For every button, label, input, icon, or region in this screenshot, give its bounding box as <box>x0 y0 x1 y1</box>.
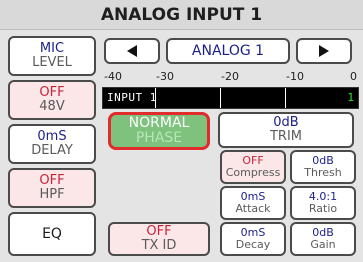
attack-button[interactable]: 0mS Attack <box>220 186 286 220</box>
level-meter: INPUT 1 1 <box>102 87 359 109</box>
gain-button[interactable]: 0dB Gain <box>290 222 356 256</box>
tx-id-value: OFF <box>146 224 172 240</box>
phantom-48v-label: 48V <box>39 99 65 114</box>
tx-id-label: TX ID <box>141 238 177 253</box>
phantom-48v-value: OFF <box>39 85 65 101</box>
channel-name-display[interactable]: ANALOG 1 <box>166 38 290 64</box>
scale-label: 0 <box>350 70 357 83</box>
phase-value: NORMAL <box>128 115 190 132</box>
prev-channel-button[interactable] <box>104 38 160 64</box>
meter-scale: -40 -30 -20 -10 0 <box>104 70 359 84</box>
mic-level-button[interactable]: MIC LEVEL <box>8 36 96 76</box>
thresh-button[interactable]: 0dB Thresh <box>290 150 356 184</box>
hpf-label: HPF <box>39 187 65 202</box>
gain-label: Gain <box>310 238 336 251</box>
triangle-right-icon <box>319 45 329 57</box>
analog-input-panel: ANALOG INPUT 1 MIC LEVEL OFF 48V 0mS DEL… <box>0 0 363 262</box>
delay-value: 0mS <box>37 129 67 145</box>
meter-channel-label: INPUT 1 <box>107 91 157 104</box>
attack-label: Attack <box>235 202 271 215</box>
meter-channel-number: 1 <box>347 91 354 104</box>
phantom-48v-button[interactable]: OFF 48V <box>8 80 96 120</box>
trim-button[interactable]: 0dB TRIM <box>218 112 354 148</box>
triangle-left-icon <box>127 45 137 57</box>
scale-label: -20 <box>221 70 239 83</box>
mic-level-value: MIC <box>39 41 65 57</box>
delay-button[interactable]: 0mS DELAY <box>8 124 96 164</box>
ratio-label: Ratio <box>308 202 338 215</box>
hpf-value: OFF <box>39 173 65 189</box>
decay-button[interactable]: 0mS Decay <box>220 222 286 256</box>
meter-tick <box>285 88 286 108</box>
next-channel-button[interactable] <box>296 38 352 64</box>
trim-label: TRIM <box>269 129 303 144</box>
eq-button[interactable]: EQ <box>8 212 96 256</box>
phase-button[interactable]: NORMAL PHASE <box>108 112 210 150</box>
delay-label: DELAY <box>31 143 73 158</box>
scale-label: -30 <box>156 70 174 83</box>
page-title: ANALOG INPUT 1 <box>0 0 363 30</box>
mic-level-label: LEVEL <box>32 55 72 70</box>
compress-button[interactable]: OFF Compress <box>220 150 286 184</box>
eq-label: EQ <box>42 225 62 242</box>
scale-label: -10 <box>286 70 304 83</box>
hpf-button[interactable]: OFF HPF <box>8 168 96 208</box>
scale-label: -40 <box>104 70 122 83</box>
trim-value: 0dB <box>273 115 299 131</box>
compress-label: Compress <box>225 166 281 179</box>
channel-name: ANALOG 1 <box>191 42 265 59</box>
thresh-label: Thresh <box>304 166 342 179</box>
phase-label: PHASE <box>135 130 183 146</box>
meter-tick <box>220 88 221 108</box>
ratio-button[interactable]: 4.0:1 Ratio <box>290 186 356 220</box>
tx-id-button[interactable]: OFF TX ID <box>108 222 210 256</box>
decay-label: Decay <box>235 238 271 251</box>
